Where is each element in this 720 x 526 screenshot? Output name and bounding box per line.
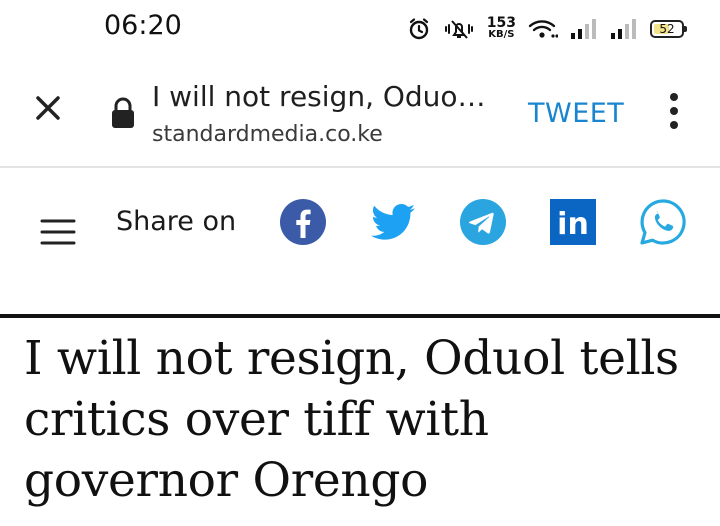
battery-level: 52 [659, 22, 675, 36]
page-title: I will not resign, Oduo… [152, 80, 486, 113]
telegram-icon[interactable] [459, 198, 507, 246]
battery-tip [684, 26, 687, 32]
alarm-icon [409, 18, 428, 40]
linkedin-text: in [557, 207, 589, 242]
battery-icon: 52 [650, 20, 687, 38]
close-icon[interactable] [28, 88, 68, 128]
status-icons: 153 KB/S 52 [407, 12, 687, 46]
menu-icon[interactable] [40, 218, 76, 246]
wifi-icon [528, 20, 558, 38]
signal-icon [611, 19, 636, 39]
lock-icon[interactable] [110, 96, 136, 130]
tweet-button[interactable]: TWEET [528, 98, 624, 129]
more-vertical-icon[interactable] [662, 90, 686, 132]
vibrate-icon [444, 20, 473, 39]
article-headline: I will not resign, Oduol tells critics o… [24, 331, 679, 508]
status-bar: 06:20 153 KB/S 52 [0, 0, 720, 58]
net-speed-unit: KB/S [488, 29, 515, 40]
whatsapp-icon[interactable] [639, 198, 687, 246]
page-url: standardmedia.co.ke [152, 122, 383, 147]
net-speed: 153 KB/S [486, 15, 516, 41]
share-label: Share on [116, 206, 237, 237]
status-time: 06:20 [104, 10, 182, 41]
net-speed-value: 153 [486, 15, 516, 31]
facebook-icon[interactable] [279, 198, 327, 246]
linkedin-icon[interactable]: in [549, 198, 597, 246]
signal-icon [571, 19, 596, 39]
section-divider [0, 314, 720, 318]
share-bar: Share on in [0, 168, 720, 314]
browser-toolbar: I will not resign, Oduo… standardmedia.c… [0, 58, 720, 168]
twitter-icon[interactable] [369, 198, 417, 246]
